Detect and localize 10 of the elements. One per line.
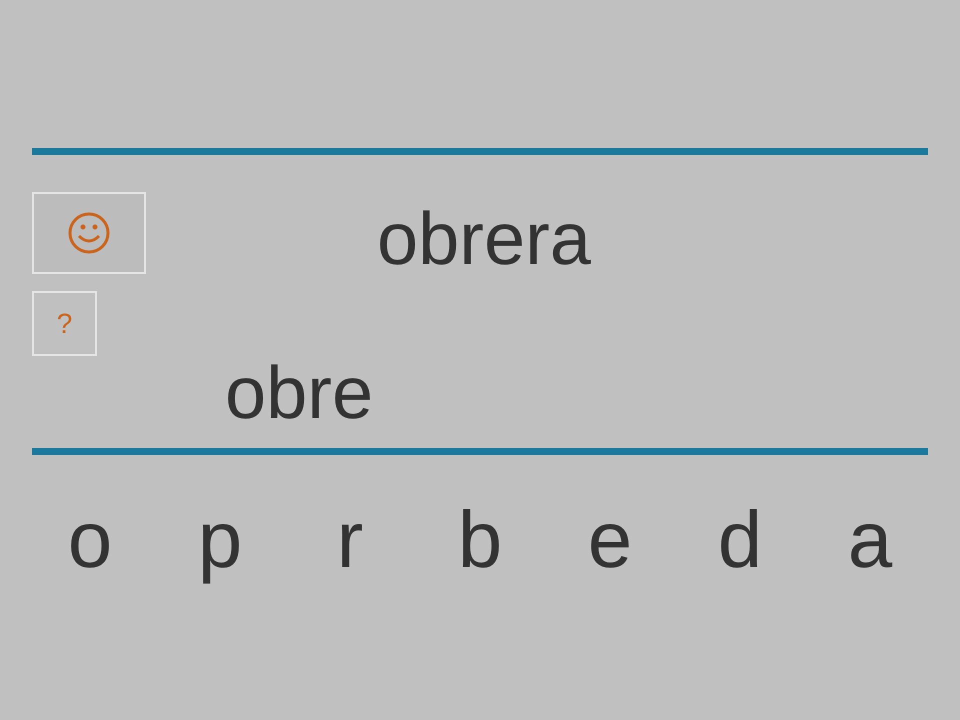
letter-tile[interactable]: d [718,500,762,580]
letter-tile[interactable]: r [336,500,364,580]
smiley-icon [67,211,111,255]
smiley-button[interactable] [32,192,146,274]
answer-text: obre [225,351,374,434]
target-word: obrera [377,202,591,276]
letter-tile[interactable]: e [588,500,632,580]
letter-tile[interactable]: b [458,500,502,580]
letter-tile[interactable]: o [68,500,112,580]
letter-tile[interactable]: a [848,500,892,580]
